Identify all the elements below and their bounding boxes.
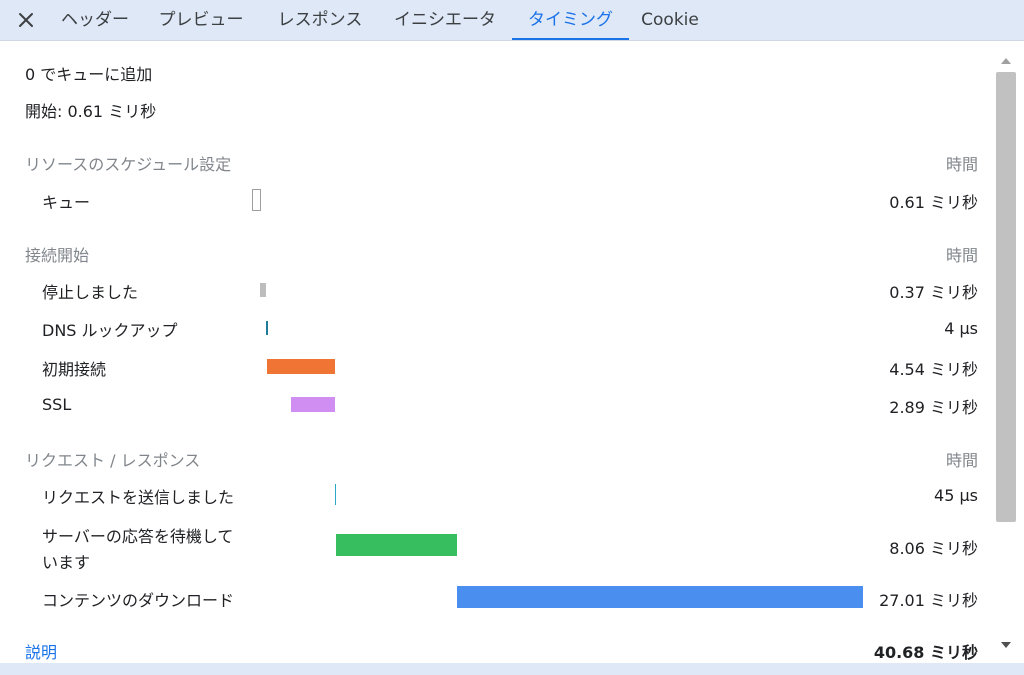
timing-panel: 0 でキューに追加 開始: 0.61 ミリ秒 リソースのスケジュール設定 時間 …	[0, 41, 994, 663]
time-header-connection: 時間	[945, 246, 978, 265]
row-duration-stalled: 0.37 ミリ秒	[889, 283, 978, 302]
tab-cookie[interactable]: Cookie	[640, 0, 700, 40]
explanation-link[interactable]: 説明	[25, 639, 57, 663]
row-label-waiting: サーバーの応答を待機して	[42, 527, 234, 546]
row-label-queue: キュー	[42, 193, 91, 212]
row-duration-ssl: 2.89 ミリ秒	[889, 398, 978, 417]
row-label-ssl: SSL	[42, 395, 72, 414]
row-label-request-sent: リクエストを送信しました	[42, 488, 235, 507]
row-label-dns: DNS ルックアップ	[42, 321, 178, 340]
queued-at-text: 0 でキューに追加	[25, 65, 153, 84]
close-icon	[19, 13, 33, 27]
row-label-waiting-line2: います	[42, 553, 91, 572]
row-label-stalled: 停止しました	[42, 283, 139, 302]
tab-initiator[interactable]: イニシエータ	[390, 0, 500, 40]
time-header-scheduling: 時間	[945, 155, 978, 174]
bar-ssl	[291, 397, 335, 412]
bar-waiting	[336, 534, 457, 556]
close-button[interactable]	[14, 8, 38, 32]
row-label-initial-connection: 初期接続	[42, 360, 107, 379]
tab-bar: ヘッダー プレビュー レスポンス イニシエータ タイミング Cookie	[0, 0, 1024, 41]
row-duration-queue: 0.61 ミリ秒	[889, 193, 978, 212]
section-title-connection: 接続開始	[25, 246, 90, 265]
row-duration-request-sent: 45 µs	[934, 486, 978, 505]
tab-preview[interactable]: プレビュー	[156, 0, 246, 40]
tab-timing[interactable]: タイミング	[512, 0, 629, 40]
bar-queue	[252, 189, 261, 211]
section-title-scheduling: リソースのスケジュール設定	[25, 155, 232, 174]
bar-initial-connection	[267, 359, 335, 374]
started-at-text: 開始: 0.61 ミリ秒	[25, 102, 157, 121]
row-duration-download: 27.01 ミリ秒	[879, 591, 978, 610]
bar-download	[457, 586, 863, 608]
bottom-border	[0, 663, 1024, 675]
bar-dns	[266, 321, 268, 335]
row-label-download: コンテンツのダウンロード	[42, 591, 235, 610]
row-duration-initial-connection: 4.54 ミリ秒	[889, 360, 978, 379]
total-duration: 40.68 ミリ秒	[873, 643, 978, 662]
row-duration-dns: 4 µs	[944, 319, 978, 338]
section-title-request-response: リクエスト / レスポンス	[25, 451, 201, 470]
row-duration-waiting: 8.06 ミリ秒	[889, 539, 978, 558]
tab-headers[interactable]: ヘッダー	[58, 0, 132, 40]
bar-stalled	[260, 283, 266, 297]
scrollbar-thumb[interactable]	[996, 72, 1016, 522]
time-header-request-response: 時間	[945, 451, 978, 470]
scroll-down-arrow-icon[interactable]	[1001, 642, 1011, 648]
tab-response[interactable]: レスポンス	[275, 0, 365, 40]
scroll-up-arrow-icon[interactable]	[1001, 58, 1011, 64]
bar-request-sent	[335, 484, 336, 505]
